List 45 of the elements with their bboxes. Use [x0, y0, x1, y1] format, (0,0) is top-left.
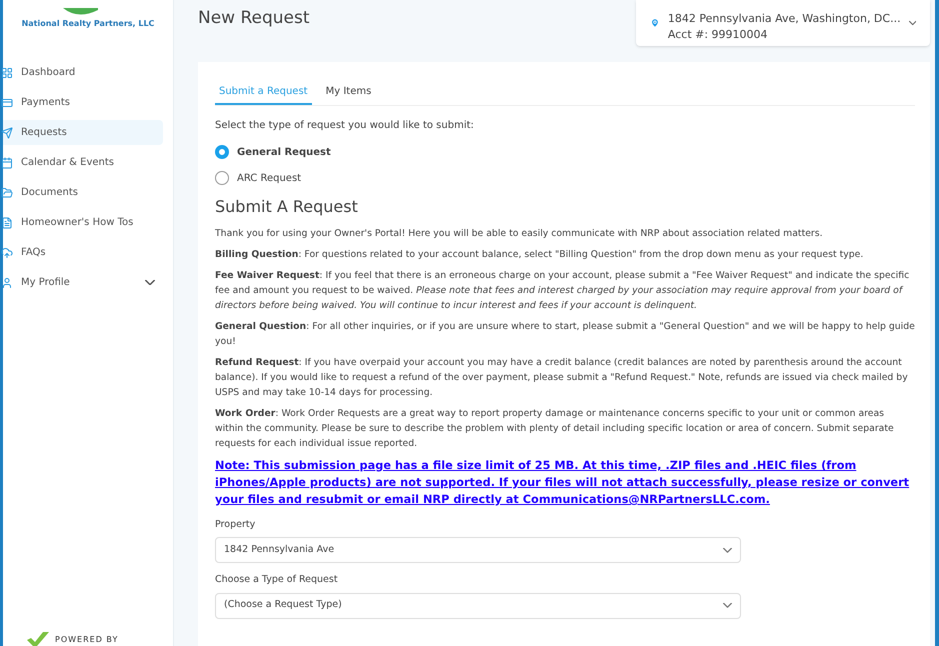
chevron-down-icon	[723, 548, 732, 552]
sidebar-item[interactable]: Requests	[3, 120, 163, 145]
sidebar-item[interactable]: My Profile	[3, 270, 163, 295]
tab[interactable]: My Items	[322, 84, 376, 105]
company-name: National Realty Partners, LLC	[22, 18, 154, 30]
radio-button[interactable]	[215, 145, 229, 159]
sidebar-item[interactable]: Dashboard	[3, 60, 163, 85]
account-card[interactable]: 1842 Pennsylvania Ave, Washington, DC... Acct #: 99910004	[636, 0, 930, 46]
checkmark-logo-icon	[25, 632, 51, 646]
page-title: New Request	[198, 7, 310, 30]
sidebar-item[interactable]: Homeowner's How Tos	[3, 210, 163, 235]
radio-option[interactable]: ARC Request	[215, 165, 915, 191]
paragraph: Work Order: Work Order Requests are a great way to report property damage or maintenance concerns specific to your unit or common areas within the community. Please be sure to describe the problem with plenty of detail including specific location or area of concern. Submit separate requests for each individual issue reported.	[215, 407, 895, 451]
chevron-down-icon	[908, 20, 916, 26]
chevron-down-icon	[723, 603, 732, 608]
dropdown-field[interactable]: 1842 Pennsylvania Ave	[215, 537, 741, 564]
field-label: Property	[215, 518, 256, 532]
paragraph: Fee Waiver Request: If you feel that there is an erroneous charge on your account, please submit a "Fee Waiver Request" and indicate the specific fee and amount you request to be waived. Please note that fees and interest charged by your association may require approval from your board of directors before being waived. You will continue to incur interest and fees if your account is delinquent.	[215, 269, 910, 313]
dropdown-field[interactable]: (Choose a Request Type)	[215, 592, 741, 618]
sidebar-item[interactable]: Documents	[3, 180, 163, 205]
radio-option[interactable]: General Request	[215, 139, 915, 165]
field-label: Choose a Type of Request	[215, 573, 339, 588]
paragraph: Thank you for using your Owner's Portal! Here you will be able to easily communicate with NRP about association related matters.	[215, 227, 824, 241]
request-type-prompt: Select the type of request you would like to submit:	[215, 119, 475, 133]
grid-icon	[1, 66, 13, 78]
user-icon	[1, 276, 13, 288]
file-size-note-link[interactable]: Note: This submission page has a file size limit of 25 MB. At this time, .ZIP files and .HEIC files (from iPhones/Apple products) are not supported. If your files will not attach successfully, please resize or convert your files and resubmit or email NRP directly at Communications@NRPartnersLLC.com.	[215, 457, 915, 508]
sidebar-item[interactable]: Calendar & Events	[3, 150, 163, 175]
section-heading: Submit A Request	[215, 196, 359, 218]
powered-by-text: POWERED BY	[55, 634, 118, 646]
paragraph: Refund Request: If you have overpaid your account you may have a credit balance (credit balances are noted by parenthesis around the account balance). If you would like to request a refund of the over payment, please submit a "Refund Request." Note, refunds are issued via check mailed by USPS and may take 10-14 days for processing.	[215, 356, 909, 400]
calendar-icon	[1, 156, 13, 168]
paragraph: General Question: For all other inquiries, or if you are unsure where to start, please submit a "General Question" and we will be happy to help guide you!	[215, 320, 915, 349]
account-address: 1842 Pennsylvania Ave, Washington, DC...	[668, 10, 901, 26]
cloud-icon	[1, 246, 13, 258]
document-icon	[1, 216, 13, 228]
sidebar-item[interactable]: FAQs	[3, 240, 163, 265]
sidebar-item[interactable]: Payments	[3, 90, 163, 115]
folder-icon	[1, 186, 13, 198]
paper-plane-icon	[1, 126, 13, 138]
card-icon	[1, 96, 13, 108]
account-number: Acct #: 99910004	[668, 27, 769, 43]
chevron-down-icon	[145, 280, 155, 285]
paragraph: Billing Question: For questions related to your account balance, select "Billing Question" from the drop down menu as your request type.	[215, 248, 864, 262]
radio-button[interactable]	[215, 171, 229, 185]
